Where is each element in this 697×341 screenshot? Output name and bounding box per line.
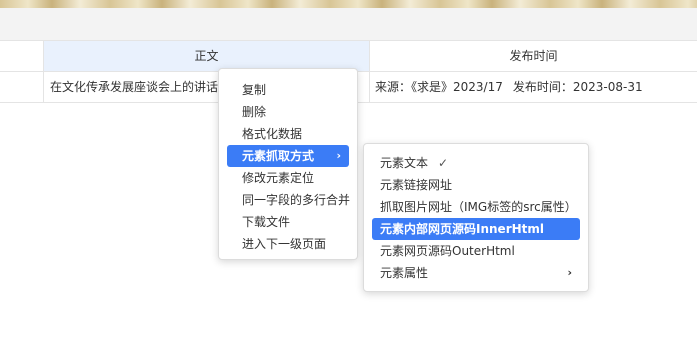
table-cell-blank[interactable] xyxy=(0,72,44,102)
submenu-item-inner-html[interactable]: 元素内部网页源码InnerHtml xyxy=(372,218,580,240)
column-header-publish-time[interactable]: 发布时间 xyxy=(370,41,697,71)
menu-item-label: 格式化数据 xyxy=(242,127,303,141)
menu-item-merge-rows[interactable]: 同一字段的多行合并 xyxy=(227,189,351,211)
menu-item-format-data[interactable]: 格式化数据 xyxy=(227,123,349,145)
menu-item-label: 元素网页源码OuterHtml xyxy=(380,244,515,258)
menu-item-label: 同一字段的多行合并 xyxy=(242,193,351,207)
menu-item-copy[interactable]: 复制 xyxy=(227,79,349,101)
menu-item-capture-method[interactable]: 元素抓取方式 › xyxy=(227,145,349,167)
context-menu: 复制 删除 格式化数据 元素抓取方式 › 修改元素定位 同一字段的多行合并 下载文… xyxy=(218,68,358,260)
column-header-blank[interactable] xyxy=(0,41,44,71)
column-header-body[interactable]: 正文 xyxy=(44,41,370,71)
submenu-item-outer-html[interactable]: 元素网页源码OuterHtml xyxy=(372,240,580,262)
check-icon: ✓ xyxy=(438,156,449,170)
menu-item-label: 修改元素定位 xyxy=(242,171,315,185)
menu-item-label: 进入下一级页面 xyxy=(242,237,327,251)
submenu-item-link-url[interactable]: 元素链接网址 xyxy=(372,174,580,196)
menu-item-label: 元素链接网址 xyxy=(380,178,453,192)
source-text: 来源：《求是》2023/17 xyxy=(375,80,503,94)
submenu-item-image-url[interactable]: 抓取图片网址（IMG标签的src属性） xyxy=(372,196,580,218)
menu-item-label: 元素内部网页源码InnerHtml xyxy=(380,222,545,236)
submenu-item-element-attributes[interactable]: 元素属性 › xyxy=(372,262,580,284)
menu-item-download-file[interactable]: 下载文件 xyxy=(227,211,349,233)
menu-item-delete[interactable]: 删除 xyxy=(227,101,349,123)
menu-item-edit-locator[interactable]: 修改元素定位 xyxy=(227,167,349,189)
menu-item-label: 元素文本 xyxy=(380,156,429,170)
top-banner-image xyxy=(0,0,697,8)
chevron-right-icon: › xyxy=(567,266,572,279)
menu-item-label: 下载文件 xyxy=(242,215,291,229)
menu-item-label: 抓取图片网址（IMG标签的src属性） xyxy=(380,200,577,214)
submenu-item-element-text[interactable]: 元素文本 ✓ xyxy=(372,152,580,174)
publish-date-text: 发布时间：2023-08-31 xyxy=(512,80,643,94)
menu-item-label: 元素抓取方式 xyxy=(242,149,315,163)
menu-item-label: 复制 xyxy=(242,83,267,97)
menu-item-label: 删除 xyxy=(242,105,267,119)
toolbar xyxy=(0,8,697,41)
table-cell-publish-time[interactable]: 来源：《求是》2023/17 发布时间：2023-08-31 xyxy=(370,72,697,102)
menu-item-next-level-page[interactable]: 进入下一级页面 xyxy=(227,233,349,255)
menu-item-label: 元素属性 xyxy=(380,266,429,280)
chevron-right-icon: › xyxy=(336,149,341,162)
capture-method-submenu: 元素文本 ✓ 元素链接网址 抓取图片网址（IMG标签的src属性） 元素内部网页源… xyxy=(363,143,589,292)
